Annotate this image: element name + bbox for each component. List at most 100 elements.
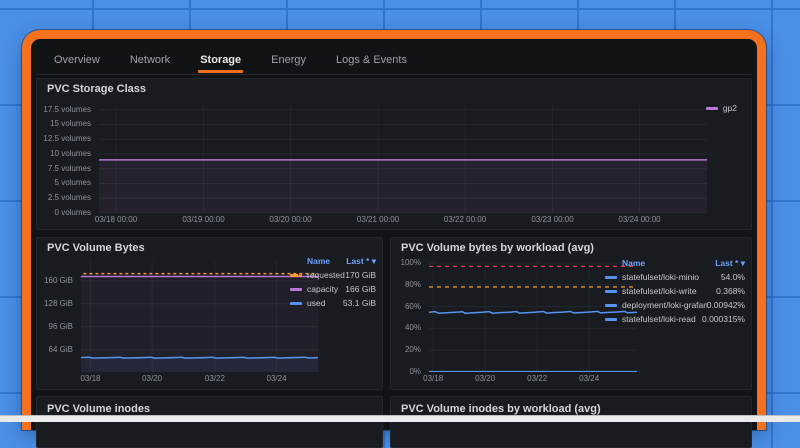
series-color-swatch (290, 274, 302, 277)
x-tick-label: 03/20 00:00 (269, 216, 311, 224)
legend-item-used[interactable]: used53.1 GiB (290, 296, 376, 310)
x-axis: 03/18 00:0003/19 00:0003/20 00:0003/21 0… (99, 213, 707, 225)
y-axis: 17.5 volumes15 volumes12.5 volumes10 vol… (45, 105, 95, 213)
y-tick-label: 160 GiB (44, 277, 73, 285)
x-tick-label: 03/22 (205, 375, 225, 383)
legend-series-name: requested (307, 270, 345, 280)
y-tick-label: 64 GiB (49, 346, 73, 354)
plot-area[interactable] (81, 260, 318, 372)
chart-pvc-volume-bytes: 160 GiB128 GiB96 GiB64 GiB 03/1803/2003/… (45, 260, 318, 384)
y-tick-label: 20% (405, 346, 421, 354)
y-tick-label: 2.5 volumes (48, 194, 91, 202)
series-color-swatch (605, 318, 617, 321)
legend-series-name: used (307, 298, 343, 308)
legend-header-name[interactable]: Name (622, 258, 715, 268)
y-tick-label: 5 volumes (55, 179, 91, 187)
tab-storage[interactable]: Storage (198, 49, 243, 73)
legend-item-statefulset-loki-minio[interactable]: statefulset/loki-minio54.0% (605, 270, 745, 284)
panel-title: PVC Volume bytes by workload (avg) (401, 242, 594, 254)
x-tick-label: 03/22 00:00 (444, 216, 486, 224)
panel-title: PVC Volume inodes (47, 403, 150, 415)
legend-series-name: statefulset/loki-read (622, 314, 702, 324)
y-axis: 100%80%60%40%20%0% (399, 260, 425, 372)
panel-pvc-volume-inodes-workload: PVC Volume inodes by workload (avg) (390, 396, 752, 448)
y-tick-label: 96 GiB (49, 323, 73, 331)
series-color-swatch (706, 107, 718, 110)
chart-pvc-volume-bytes-workload: 100% 80% 60% 40% 20% 0% 03/18 03/20 03/22 03/24 (399, 260, 637, 384)
x-tick-label: 03/22 (527, 375, 547, 383)
desktop: { "window": { "tabs": [ {"label": "Overv… (0, 0, 800, 421)
legend-series-name: statefulset/loki-write (622, 286, 716, 296)
panel-pvc-storage-class: PVC Storage Class 17.5 volumes 15 volumes… (36, 78, 752, 230)
series-used-line (81, 357, 318, 358)
panel-pvc-volume-inodes: PVC Volume inodes (36, 396, 383, 448)
legend-series-value: 170 GiB (345, 270, 376, 280)
legend-series-value: 166 GiB (345, 284, 376, 294)
panel-title: PVC Storage Class (47, 83, 146, 95)
dashboard-content: Overview Network Storage Energy Logs & Event… (31, 39, 757, 430)
legend-series-value: 0.000315% (702, 314, 745, 324)
legend-item-capacity[interactable]: capacity166 GiB (290, 282, 376, 296)
x-axis: 03/18 03/20 03/22 03/24 (81, 372, 318, 384)
legend-volume-bytes: NameLast * ▾requested170 GiBcapacity166 … (290, 254, 376, 310)
y-tick-label: 7.5 volumes (48, 165, 91, 173)
legend-gp2[interactable]: gp2 (706, 103, 737, 113)
series-used-fill (81, 357, 318, 372)
x-tick-label: 03/24 (267, 375, 287, 383)
y-tick-label: 0 volumes (55, 209, 91, 217)
x-tick-label: 03/20 (475, 375, 495, 383)
legend-series-value: 0.00942% (707, 300, 745, 310)
panel-title: PVC Volume inodes by workload (avg) (401, 403, 601, 415)
legend-series-value: 53.1 GiB (343, 298, 376, 308)
x-tick-label: 03/24 00:00 (618, 216, 660, 224)
x-tick-label: 03/18 00:00 (95, 216, 137, 224)
tab-energy[interactable]: Energy (269, 49, 308, 73)
y-tick-label: 40% (405, 324, 421, 332)
series-color-swatch (605, 276, 617, 279)
legend-item-statefulset-loki-read[interactable]: statefulset/loki-read0.000315% (605, 312, 745, 326)
dashboard-window: Overview Network Storage Energy Logs & Event… (22, 30, 766, 430)
legend-series-name: capacity (307, 284, 345, 294)
legend-header-last[interactable]: Last * ▾ (346, 256, 376, 267)
x-tick-label: 03/20 (142, 375, 162, 383)
y-tick-label: 0% (409, 368, 421, 376)
series-color-swatch (290, 288, 302, 291)
x-tick-label: 03/21 00:00 (357, 216, 399, 224)
legend-item-deployment-loki-grafana[interactable]: deployment/loki-grafana0.00942% (605, 298, 745, 312)
series-color-swatch (290, 302, 302, 305)
y-tick-label: 60% (405, 303, 421, 311)
x-tick-label: 03/19 00:00 (182, 216, 224, 224)
tab-network[interactable]: Network (128, 49, 172, 73)
y-tick-label: 15 volumes (50, 120, 91, 128)
tab-logs-events[interactable]: Logs & Events (334, 49, 409, 73)
legend-series-value: 0.368% (716, 286, 745, 296)
legend-header: NameLast * ▾ (290, 254, 376, 268)
tab-bar: Overview Network Storage Energy Logs & Event… (52, 48, 409, 74)
x-tick-label: 03/23 00:00 (531, 216, 573, 224)
x-tick-label: 03/18 (423, 375, 443, 383)
tab-overview[interactable]: Overview (52, 49, 102, 73)
plot-area[interactable] (99, 105, 707, 213)
panel-pvc-volume-bytes: PVC Volume Bytes 160 GiB128 GiB96 GiB64 … (36, 237, 383, 390)
x-axis: 03/1803/2003/2203/24 (429, 372, 637, 384)
y-tick-label: 17.5 volumes (43, 106, 91, 114)
legend-header-name[interactable]: Name (307, 256, 346, 266)
legend-item-statefulset-loki-write[interactable]: statefulset/loki-write0.368% (605, 284, 745, 298)
tab-bar-divider (36, 74, 752, 75)
legend-header-last[interactable]: Last * ▾ (715, 258, 745, 269)
y-tick-label: 80% (405, 281, 421, 289)
legend-series-value: 54.0% (721, 272, 745, 282)
legend-header: NameLast * ▾ (605, 256, 745, 270)
x-tick-label: 03/24 (579, 375, 599, 383)
series-color-swatch (605, 304, 617, 307)
chart-pvc-storage-class: 17.5 volumes15 volumes12.5 volumes10 vol… (45, 105, 707, 225)
legend-volume-bytes-workload: NameLast * ▾statefulset/loki-minio54.0%s… (605, 256, 745, 326)
y-tick-label: 128 GiB (44, 300, 73, 308)
y-tick-label: 100% (401, 259, 421, 267)
series-color-swatch (605, 290, 617, 293)
legend-series-name: deployment/loki-grafana (622, 300, 707, 310)
y-axis: 160 GiB 128 GiB 96 GiB 64 GiB (45, 260, 77, 372)
legend-item-requested[interactable]: requested170 GiB (290, 268, 376, 282)
x-tick-label: 03/18 (80, 375, 100, 383)
panel-pvc-volume-bytes-workload: PVC Volume bytes by workload (avg) 100% 8… (390, 237, 752, 390)
